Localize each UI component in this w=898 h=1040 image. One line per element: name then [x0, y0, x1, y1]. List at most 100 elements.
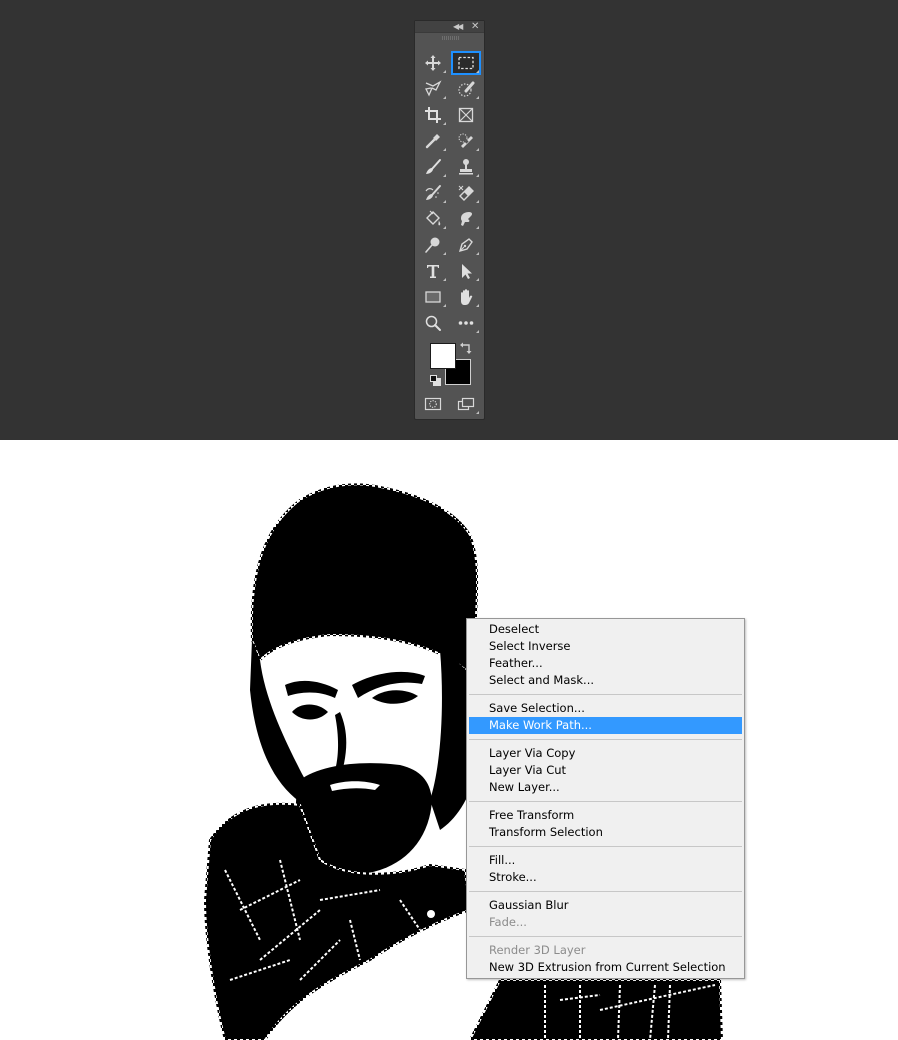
shirt-button — [427, 910, 435, 918]
edit-toolbar[interactable] — [451, 311, 481, 335]
menu-separator — [469, 796, 742, 807]
submenu-indicator — [443, 148, 446, 151]
submenu-indicator — [476, 148, 479, 151]
submenu-indicator — [476, 330, 479, 333]
eyedropper-tool[interactable] — [418, 129, 448, 153]
screen-mode-button[interactable] — [451, 392, 481, 416]
submenu-indicator — [476, 96, 479, 99]
path-selection-tool[interactable] — [451, 259, 481, 283]
submenu-indicator — [476, 411, 479, 414]
menu-item-fill[interactable]: Fill... — [469, 852, 742, 869]
menu-separator — [469, 886, 742, 897]
submenu-indicator — [443, 174, 446, 177]
tools-panel: ◀◀ ✕ — [414, 20, 485, 420]
history-brush-tool[interactable] — [418, 181, 448, 205]
spot-healing-brush-tool[interactable] — [451, 129, 481, 153]
menu-item-stroke[interactable]: Stroke... — [469, 869, 742, 886]
zoom-tool[interactable] — [418, 311, 448, 335]
menu-item-select-inverse[interactable]: Select Inverse — [469, 638, 742, 655]
document-canvas[interactable] — [0, 440, 898, 1040]
close-icon[interactable]: ✕ — [471, 22, 481, 32]
submenu-indicator — [476, 200, 479, 203]
context-menu: Deselect Select Inverse Feather... Select a… — [466, 618, 745, 979]
crop-tool[interactable] — [418, 103, 448, 127]
lasso-icon — [425, 80, 442, 97]
submenu-indicator — [443, 252, 446, 255]
default-colors-icon[interactable] — [430, 375, 441, 386]
right-eye — [372, 690, 418, 704]
submenu-indicator — [443, 226, 446, 229]
rectangle-tool[interactable] — [418, 285, 448, 309]
submenu-indicator — [476, 304, 479, 307]
menu-item-feather[interactable]: Feather... — [469, 655, 742, 672]
eraser-tool[interactable] — [451, 181, 481, 205]
dashed-rectangle-icon — [458, 56, 474, 70]
swap-colors-icon[interactable] — [460, 342, 472, 354]
brush-tool[interactable] — [418, 155, 448, 179]
hand-icon — [461, 289, 473, 305]
arrow-cursor-icon — [462, 264, 472, 279]
threshold-portrait-image — [203, 483, 724, 1040]
frame-tool[interactable] — [451, 103, 481, 127]
submenu-indicator — [443, 70, 446, 73]
submenu-indicator — [476, 226, 479, 229]
type-t-icon — [427, 265, 439, 278]
crop-icon — [425, 107, 441, 123]
polygonal-lasso-tool[interactable] — [418, 77, 448, 101]
submenu-indicator — [443, 200, 446, 203]
eyedropper-icon — [425, 134, 440, 149]
menu-item-free-transform[interactable]: Free Transform — [469, 807, 742, 824]
menu-item-deselect[interactable]: Deselect — [469, 621, 742, 638]
menu-item-transform-selection[interactable]: Transform Selection — [469, 824, 742, 841]
ellipsis-icon — [458, 321, 474, 325]
quick-mask-button[interactable] — [418, 392, 448, 416]
submenu-indicator — [476, 278, 479, 281]
bandage-icon — [458, 133, 473, 148]
menu-item-new-3d-extrusion-from-current-selection[interactable]: New 3D Extrusion from Current Selection — [469, 959, 742, 976]
shirt-lower-right — [468, 979, 724, 1040]
paint-bucket-icon — [426, 210, 441, 226]
submenu-indicator — [443, 304, 446, 307]
magnifier-icon — [425, 315, 441, 331]
brush-icon — [426, 159, 441, 174]
move-tool[interactable] — [418, 51, 448, 75]
foreground-color-swatch[interactable] — [430, 343, 456, 369]
dodge-icon — [425, 237, 440, 253]
hand-tool[interactable] — [451, 285, 481, 309]
menu-item-make-work-path[interactable]: Make Work Path... — [469, 717, 742, 734]
paint-bucket-tool[interactable] — [418, 207, 448, 231]
menu-item-select-and-mask[interactable]: Select and Mask... — [469, 672, 742, 689]
submenu-indicator — [476, 70, 479, 73]
rectangle-shape-icon — [425, 291, 441, 303]
quick-selection-tool[interactable] — [451, 77, 481, 101]
menu-item-new-layer[interactable]: New Layer... — [469, 779, 742, 796]
tools-panel-header[interactable]: ◀◀ ✕ — [415, 21, 484, 33]
eraser-icon — [458, 185, 474, 201]
submenu-indicator — [476, 174, 479, 177]
panel-grip-handle[interactable] — [442, 36, 459, 40]
pen-nib-icon — [458, 238, 473, 253]
smudge-tool[interactable] — [451, 207, 481, 231]
menu-separator — [469, 931, 742, 942]
submenu-indicator — [443, 96, 446, 99]
pen-tool[interactable] — [451, 233, 481, 257]
type-tool[interactable] — [418, 259, 448, 283]
history-brush-icon — [425, 185, 441, 200]
left-eye — [292, 704, 328, 720]
dodge-tool[interactable] — [418, 233, 448, 257]
beanie-shape — [250, 483, 479, 683]
menu-separator — [469, 841, 742, 852]
clone-stamp-tool[interactable] — [451, 155, 481, 179]
double-chevron-left-icon[interactable]: ◀◀ — [453, 22, 465, 32]
move-arrows-icon — [425, 55, 441, 71]
menu-item-gaussian-blur[interactable]: Gaussian Blur — [469, 897, 742, 914]
menu-item-layer-via-cut[interactable]: Layer Via Cut — [469, 762, 742, 779]
rectangular-marquee-tool[interactable] — [451, 51, 481, 75]
submenu-indicator — [443, 122, 446, 125]
menu-item-fade: Fade... — [489, 915, 527, 929]
menu-item-layer-via-copy[interactable]: Layer Via Copy — [469, 745, 742, 762]
menu-separator — [469, 689, 742, 700]
smudge-finger-icon — [461, 212, 473, 226]
stamp-icon — [459, 159, 473, 175]
menu-item-save-selection[interactable]: Save Selection... — [469, 700, 742, 717]
